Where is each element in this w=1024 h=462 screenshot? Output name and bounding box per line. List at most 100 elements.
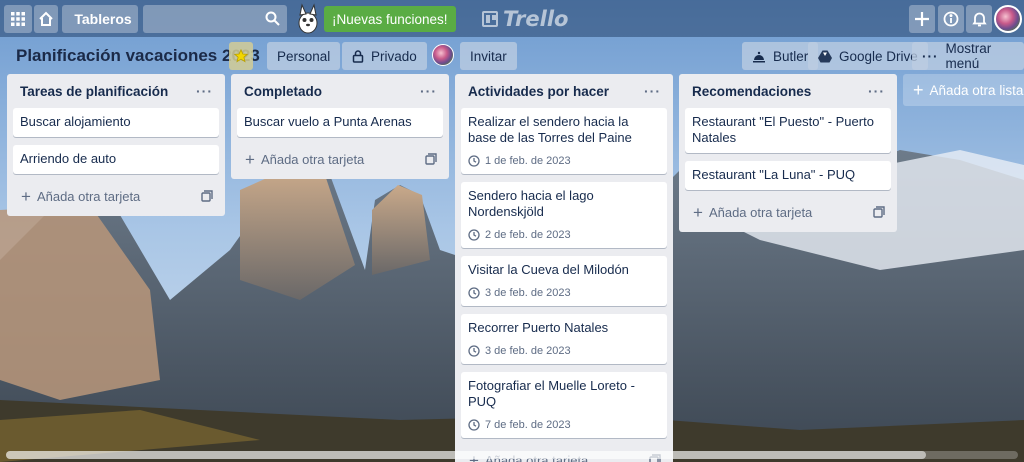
card[interactable]: Sendero hacia el lago Nordenskjöld 2 de …	[461, 182, 667, 248]
list-title[interactable]: Completado	[244, 84, 322, 99]
visibility-button[interactable]: Privado	[342, 42, 427, 70]
card-title: Restaurant "La Luna" - PUQ	[692, 167, 856, 182]
trello-logo-icon	[482, 11, 498, 27]
card-title: Recorrer Puerto Natales	[468, 320, 609, 335]
workspace-label: Personal	[277, 48, 331, 64]
lock-icon	[352, 49, 364, 63]
card-template-icon[interactable]	[425, 153, 437, 165]
add-card-button[interactable]: + Añada otra tarjeta	[685, 198, 891, 226]
list-menu-button[interactable]: ···	[420, 83, 437, 99]
horizontal-scrollbar-thumb[interactable]	[6, 451, 926, 459]
card-title: Arriendo de auto	[20, 151, 117, 166]
search-input[interactable]	[143, 5, 287, 33]
add-list-label: Añada otra lista	[929, 82, 1024, 98]
visibility-label: Privado	[371, 48, 417, 64]
list-menu-button[interactable]: ···	[196, 83, 213, 99]
add-card-label: Añada otra tarjeta	[260, 151, 365, 167]
list[interactable]: Actividades por hacer ··· Realizar el se…	[455, 74, 673, 462]
card-title: Fotografiar el Muelle Loreto - PUQ	[468, 378, 635, 409]
boards-label: Tableros	[74, 11, 132, 27]
plus-icon: +	[913, 80, 924, 100]
member-avatar[interactable]	[432, 44, 454, 66]
due-date-badge[interactable]: 3 de feb. de 2023	[468, 287, 660, 299]
list-header[interactable]: Tareas de planificación ···	[13, 74, 219, 108]
list-menu-button[interactable]: ···	[868, 83, 885, 99]
list-title[interactable]: Tareas de planificación	[20, 84, 168, 99]
new-features-label: ¡Nuevas funciones!	[332, 11, 448, 27]
list-title[interactable]: Recomendaciones	[692, 84, 811, 99]
home-button[interactable]	[34, 5, 58, 33]
due-date-text: 1 de feb. de 2023	[485, 155, 571, 167]
card-template-icon[interactable]	[873, 206, 885, 218]
workspace-button[interactable]: Personal	[267, 42, 341, 70]
show-menu-button[interactable]: ··· Mostrar menú	[912, 41, 1024, 71]
list-header[interactable]: Recomendaciones ···	[685, 74, 891, 108]
due-date-text: 3 de feb. de 2023	[485, 287, 571, 299]
card[interactable]: Recorrer Puerto Natales 3 de feb. de 202…	[461, 314, 667, 364]
apps-grid-icon	[11, 12, 25, 26]
add-list-button[interactable]: + Añada otra lista	[903, 74, 1024, 106]
user-avatar[interactable]	[994, 5, 1022, 33]
trello-logo[interactable]: Trello	[482, 7, 568, 31]
card-title: Restaurant "El Puesto" - Puerto Natales	[692, 114, 874, 145]
due-date-badge[interactable]: 3 de feb. de 2023	[468, 345, 660, 357]
plus-icon: +	[245, 149, 255, 169]
clock-icon	[468, 419, 480, 431]
star-icon	[234, 49, 248, 63]
trello-logo-text: Trello	[503, 7, 569, 31]
list[interactable]: Tareas de planificación ··· Buscar aloja…	[7, 74, 225, 216]
clock-icon	[468, 229, 480, 241]
due-date-text: 3 de feb. de 2023	[485, 345, 571, 357]
plus-icon: +	[693, 202, 703, 222]
due-date-text: 2 de feb. de 2023	[485, 229, 571, 241]
search-icon	[265, 11, 280, 26]
add-card-button[interactable]: + Añada otra tarjeta	[237, 145, 443, 173]
due-date-badge[interactable]: 1 de feb. de 2023	[468, 155, 660, 167]
bell-icon	[971, 12, 987, 27]
card[interactable]: Realizar el sendero hacia la base de las…	[461, 108, 667, 174]
card[interactable]: Fotografiar el Muelle Loreto - PUQ 7 de …	[461, 372, 667, 438]
butler-button[interactable]: Butler	[742, 42, 819, 70]
clock-icon	[468, 287, 480, 299]
list[interactable]: Completado ··· Buscar vuelo a Punta Aren…	[231, 74, 449, 179]
due-date-badge[interactable]: 7 de feb. de 2023	[468, 419, 660, 431]
info-button[interactable]	[938, 5, 964, 33]
card[interactable]: Arriendo de auto	[13, 145, 219, 174]
card-template-icon[interactable]	[201, 190, 213, 202]
google-drive-icon	[818, 50, 832, 62]
google-drive-button[interactable]: Google Drive	[808, 42, 928, 70]
clock-icon	[468, 345, 480, 357]
card[interactable]: Buscar vuelo a Punta Arenas	[237, 108, 443, 137]
list-title[interactable]: Actividades por hacer	[468, 84, 609, 99]
card[interactable]: Visitar la Cueva del Milodón 3 de feb. d…	[461, 256, 667, 306]
taco-mascot-icon	[298, 3, 318, 34]
google-drive-label: Google Drive	[839, 48, 918, 64]
new-features-button[interactable]: ¡Nuevas funciones!	[324, 6, 456, 32]
more-icon: ···	[922, 48, 939, 64]
add-card-label: Añada otra tarjeta	[708, 204, 813, 220]
boards-button[interactable]: Tableros	[62, 5, 138, 33]
apps-menu-button[interactable]	[4, 5, 32, 33]
create-button[interactable]	[909, 5, 935, 33]
due-date-badge[interactable]: 2 de feb. de 2023	[468, 229, 660, 241]
list-header[interactable]: Completado ···	[237, 74, 443, 108]
star-board-button[interactable]	[229, 42, 253, 70]
card-title: Visitar la Cueva del Milodón	[468, 262, 629, 277]
list-menu-button[interactable]: ···	[644, 83, 661, 99]
due-date-text: 7 de feb. de 2023	[485, 419, 571, 431]
card[interactable]: Restaurant "El Puesto" - Puerto Natales	[685, 108, 891, 153]
butler-icon	[753, 51, 765, 62]
card[interactable]: Buscar alojamiento	[13, 108, 219, 137]
list[interactable]: Recomendaciones ··· Restaurant "El Puest…	[679, 74, 897, 232]
card-title: Sendero hacia el lago Nordenskjöld	[468, 188, 594, 219]
notifications-button[interactable]	[966, 5, 992, 33]
invite-button[interactable]: Invitar	[460, 42, 517, 70]
plus-icon	[915, 12, 929, 26]
card[interactable]: Restaurant "La Luna" - PUQ	[685, 161, 891, 190]
clock-icon	[468, 155, 480, 167]
add-card-label: Añada otra tarjeta	[36, 188, 141, 204]
list-header[interactable]: Actividades por hacer ···	[461, 74, 667, 108]
card-title: Realizar el sendero hacia la base de las…	[468, 114, 632, 145]
plus-icon: +	[21, 186, 31, 206]
add-card-button[interactable]: + Añada otra tarjeta	[13, 182, 219, 210]
